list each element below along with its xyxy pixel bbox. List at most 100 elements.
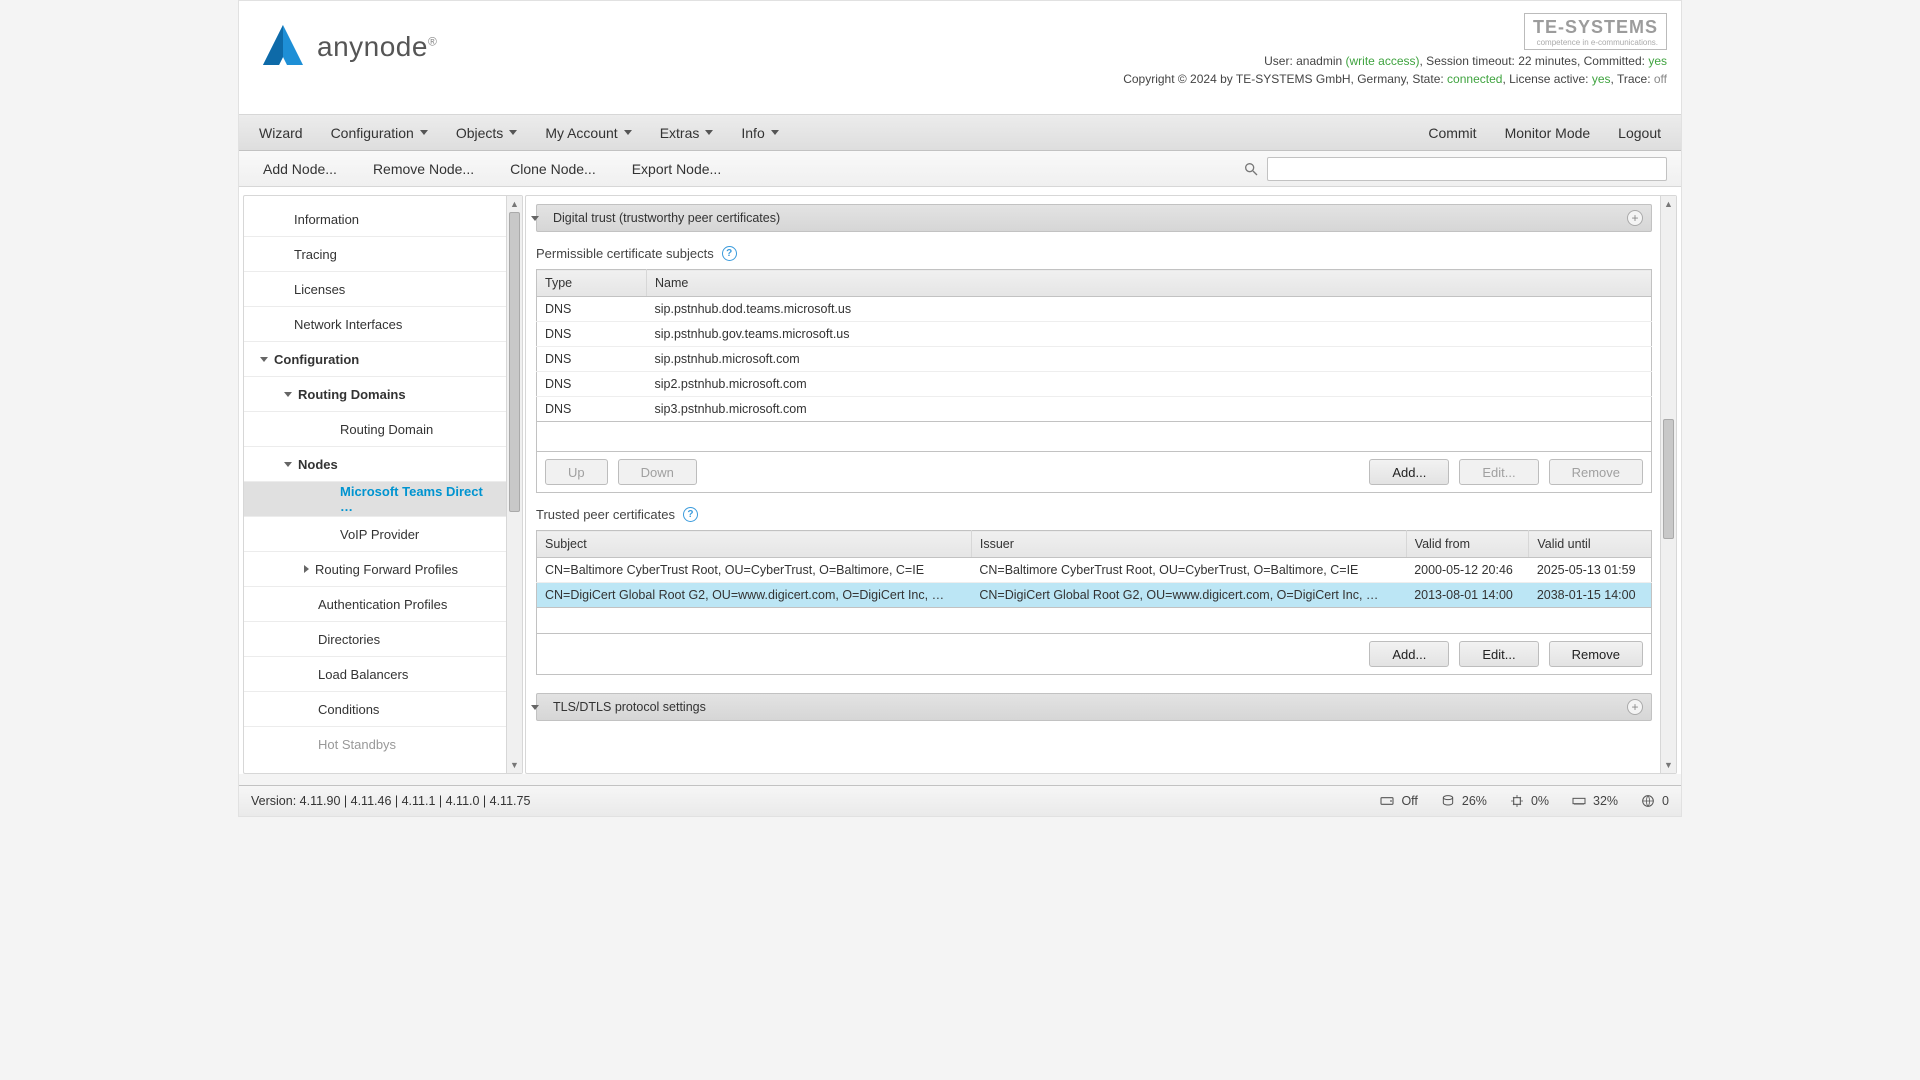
- menu-extras[interactable]: Extras: [646, 115, 728, 150]
- cpu-icon: [1509, 793, 1525, 809]
- scroll-down-icon[interactable]: ▼: [507, 757, 522, 773]
- menu-wizard-label: Wizard: [259, 125, 303, 141]
- content-inner: Digital trust (trustworthy peer certific…: [526, 196, 1660, 729]
- menu-commit[interactable]: Commit: [1414, 115, 1490, 150]
- trusted-col-until[interactable]: Valid until: [1529, 531, 1652, 558]
- toolbar-remove-node[interactable]: Remove Node...: [355, 151, 492, 186]
- version-values: 4.11.90 | 4.11.46 | 4.11.1 | 4.11.0 | 4.…: [300, 794, 531, 808]
- scroll-thumb[interactable]: [509, 212, 520, 512]
- chevron-down-icon: [624, 130, 632, 135]
- trusted-edit-button[interactable]: Edit...: [1459, 641, 1538, 667]
- help-icon[interactable]: ?: [722, 246, 737, 261]
- menu-wizard[interactable]: Wizard: [245, 115, 317, 150]
- toolbar-clone-node[interactable]: Clone Node...: [492, 151, 614, 186]
- subjects-col-type[interactable]: Type: [537, 270, 647, 297]
- network-icon: [1640, 793, 1656, 809]
- meter-net: 0: [1640, 793, 1669, 809]
- chevron-down-icon: [531, 705, 539, 710]
- table-row[interactable]: DNSsip.pstnhub.gov.teams.microsoft.us: [537, 322, 1652, 347]
- search-input[interactable]: [1267, 157, 1667, 181]
- trusted-col-from[interactable]: Valid from: [1406, 531, 1529, 558]
- menu-monitor-mode[interactable]: Monitor Mode: [1491, 115, 1605, 150]
- scroll-up-icon[interactable]: ▲: [507, 196, 522, 212]
- nav-scrollbar[interactable]: ▲ ▼: [506, 196, 522, 773]
- nav-licenses[interactable]: Licenses: [244, 272, 506, 306]
- nav-ms-teams-direct[interactable]: Microsoft Teams Direct …: [244, 482, 506, 516]
- toolbar-export-node[interactable]: Export Node...: [614, 151, 740, 186]
- nav-conditions[interactable]: Conditions: [244, 692, 506, 726]
- menu-configuration-label: Configuration: [331, 125, 414, 141]
- menu-configuration[interactable]: Configuration: [317, 115, 442, 150]
- nav-load-balancers[interactable]: Load Balancers: [244, 657, 506, 691]
- nav-authentication-profiles[interactable]: Authentication Profiles: [244, 587, 506, 621]
- add-section-icon[interactable]: +: [1627, 210, 1643, 226]
- chevron-down-icon: [420, 130, 428, 135]
- menu-objects[interactable]: Objects: [442, 115, 531, 150]
- cell-type: DNS: [537, 297, 647, 322]
- subjects-remove-button[interactable]: Remove: [1549, 459, 1643, 485]
- hdd-icon: [1379, 793, 1395, 809]
- table-row[interactable]: CN=Baltimore CyberTrust Root, OU=CyberTr…: [537, 558, 1652, 583]
- chevron-down-icon: [531, 216, 539, 221]
- meter-ram-value: 32%: [1593, 794, 1618, 808]
- add-section-icon[interactable]: +: [1627, 699, 1643, 715]
- cell-name: sip.pstnhub.microsoft.com: [647, 347, 1652, 372]
- trusted-title: Trusted peer certificates: [536, 507, 675, 522]
- table-row[interactable]: DNSsip.pstnhub.microsoft.com: [537, 347, 1652, 372]
- section-digital-trust-header[interactable]: Digital trust (trustworthy peer certific…: [536, 204, 1652, 232]
- nav-configuration[interactable]: Configuration: [244, 342, 506, 376]
- header: anynode® TE-SYSTEMS competence in e-comm…: [239, 1, 1681, 115]
- help-icon[interactable]: ?: [683, 507, 698, 522]
- table-row[interactable]: CN=DigiCert Global Root G2, OU=www.digic…: [537, 583, 1652, 608]
- menu-info[interactable]: Info: [727, 115, 792, 150]
- nav-ms-teams-label: Microsoft Teams Direct …: [340, 484, 498, 514]
- nav-routing-domains-label: Routing Domains: [298, 387, 406, 402]
- toolbar-export-node-label: Export Node...: [632, 161, 722, 177]
- nav-hot-standbys[interactable]: Hot Standbys: [244, 727, 506, 761]
- nav-network-interfaces[interactable]: Network Interfaces: [244, 307, 506, 341]
- content-scroll: Digital trust (trustworthy peer certific…: [526, 196, 1660, 773]
- trusted-table-pad: [536, 608, 1652, 634]
- nav-directories[interactable]: Directories: [244, 622, 506, 656]
- trusted-remove-button[interactable]: Remove: [1549, 641, 1643, 667]
- trusted-col-issuer[interactable]: Issuer: [971, 531, 1406, 558]
- subjects-col-name[interactable]: Name: [647, 270, 1652, 297]
- meter-disk-value: 26%: [1462, 794, 1487, 808]
- nav-routing-domains[interactable]: Routing Domains: [244, 377, 506, 411]
- scroll-up-icon[interactable]: ▲: [1661, 196, 1676, 212]
- scroll-thumb[interactable]: [1663, 419, 1674, 539]
- content-scrollbar[interactable]: ▲ ▼: [1660, 196, 1676, 773]
- nav-voip-provider[interactable]: VoIP Provider: [244, 517, 506, 551]
- nav-information[interactable]: Information: [244, 202, 506, 236]
- disk-icon: [1440, 793, 1456, 809]
- nav-tracing-label: Tracing: [294, 247, 337, 262]
- section-tls-header[interactable]: TLS/DTLS protocol settings +: [536, 693, 1652, 721]
- meter-ram: 32%: [1571, 793, 1618, 809]
- down-button[interactable]: Down: [618, 459, 697, 485]
- toolbar-add-node[interactable]: Add Node...: [245, 151, 355, 186]
- subjects-add-button[interactable]: Add...: [1369, 459, 1449, 485]
- nav-tracing[interactable]: Tracing: [244, 237, 506, 271]
- subjects-edit-button[interactable]: Edit...: [1459, 459, 1538, 485]
- menu-my-account[interactable]: My Account: [531, 115, 645, 150]
- ram-icon: [1571, 793, 1587, 809]
- meter-cpu-value: 0%: [1531, 794, 1549, 808]
- trusted-add-button[interactable]: Add...: [1369, 641, 1449, 667]
- cell-subject: CN=Baltimore CyberTrust Root, OU=CyberTr…: [537, 558, 972, 583]
- table-row[interactable]: DNSsip3.pstnhub.microsoft.com: [537, 397, 1652, 422]
- nav-routing-forward-profiles[interactable]: Routing Forward Profiles: [244, 552, 506, 586]
- trusted-col-subject[interactable]: Subject: [537, 531, 972, 558]
- table-row[interactable]: DNSsip.pstnhub.dod.teams.microsoft.us: [537, 297, 1652, 322]
- up-button[interactable]: Up: [545, 459, 608, 485]
- nav-nodes[interactable]: Nodes: [244, 447, 506, 481]
- menu-logout[interactable]: Logout: [1604, 115, 1675, 150]
- subjects-title: Permissible certificate subjects: [536, 246, 714, 261]
- cell-type: DNS: [537, 372, 647, 397]
- nav-routing-domain[interactable]: Routing Domain: [244, 412, 506, 446]
- logo-icon: [257, 21, 309, 73]
- table-row[interactable]: DNSsip2.pstnhub.microsoft.com: [537, 372, 1652, 397]
- user-name: anadmin: [1296, 54, 1342, 68]
- scroll-down-icon[interactable]: ▼: [1661, 757, 1676, 773]
- license-label: , License active:: [1502, 72, 1588, 86]
- menu-commit-label: Commit: [1428, 125, 1476, 141]
